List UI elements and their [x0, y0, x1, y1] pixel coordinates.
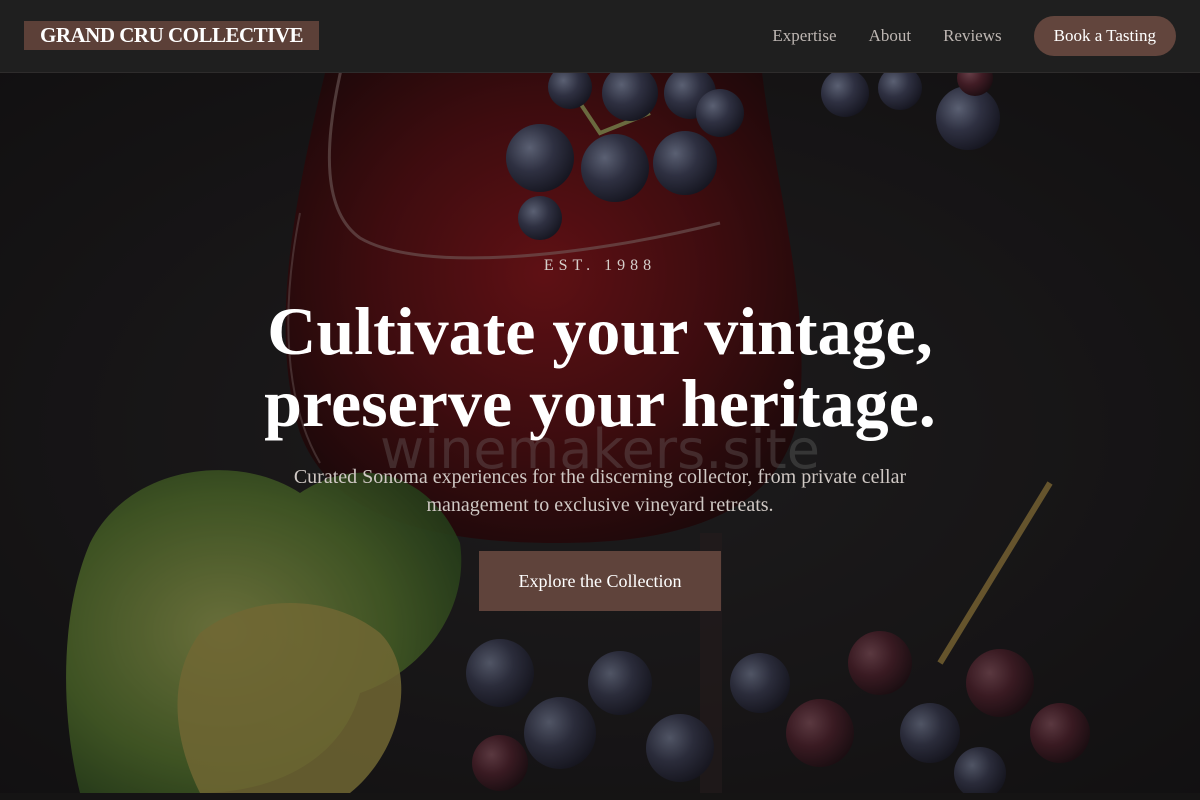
nav-link-reviews[interactable]: Reviews [943, 26, 1002, 46]
bottom-edge [0, 793, 1200, 800]
brand-logo[interactable]: GRAND CRU COLLECTIVE [24, 21, 320, 50]
hero-subheading: Curated Sonoma experiences for the disce… [293, 466, 907, 516]
hero-section: winemakers.site EST. 1988 Cultivate your… [0, 73, 1200, 793]
nav-link-expertise[interactable]: Expertise [772, 26, 836, 46]
landing-page: GRAND CRU COLLECTIVE Expertise About Rev… [0, 0, 1200, 800]
hero-headline: Cultivate your vintage, preserve your he… [0, 295, 1200, 439]
established-label: EST. 1988 [543, 257, 657, 274]
explore-collection-button[interactable]: Explore the Collection [479, 551, 721, 611]
nav-links: Expertise About Reviews Book a Tasting [772, 16, 1176, 56]
book-tasting-button[interactable]: Book a Tasting [1033, 16, 1176, 56]
headline-line-2: preserve your heritage. [264, 365, 936, 441]
nav-link-about[interactable]: About [869, 26, 912, 46]
headline-line-1: Cultivate your vintage, [267, 293, 933, 369]
top-navigation: GRAND CRU COLLECTIVE Expertise About Rev… [0, 0, 1200, 73]
